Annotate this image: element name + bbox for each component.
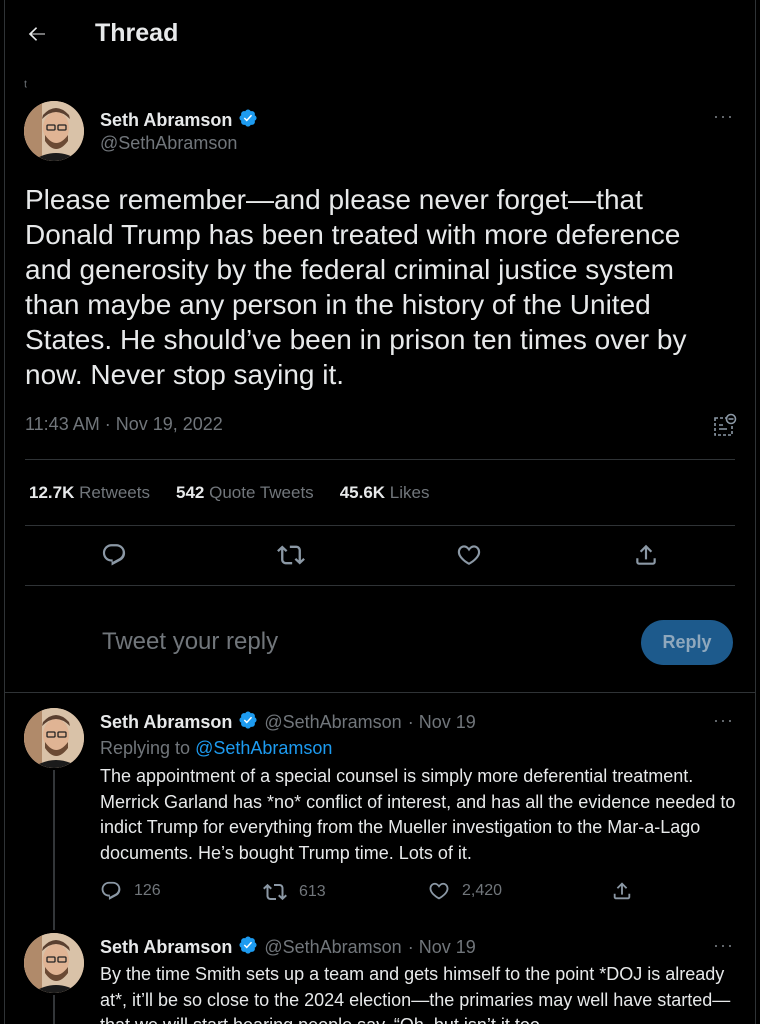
quote-tweets-stat[interactable]: 542 Quote Tweets [176, 483, 314, 503]
analytics-icon[interactable] [712, 413, 738, 439]
replying-to-link[interactable]: @SethAbramson [195, 738, 332, 758]
tweet-stats: 12.7K Retweets 542 Quote Tweets 45.6K Li… [29, 483, 429, 503]
verified-badge-icon [238, 108, 258, 133]
reply-input[interactable]: Tweet your reply [102, 628, 278, 656]
thread-line [53, 770, 55, 930]
like-count: 2,420 [462, 882, 503, 899]
likes-stat[interactable]: 45.6K Likes [340, 483, 430, 503]
reply-button[interactable]: Reply [641, 620, 733, 665]
retweets-stat[interactable]: 12.7K Retweets [29, 483, 150, 503]
author-name[interactable]: Seth Abramson [100, 712, 232, 733]
more-options-icon[interactable]: ··· [713, 935, 734, 956]
divider [25, 459, 735, 460]
tweet-timestamp[interactable]: 11:43 AM · Nov 19, 2022 [25, 414, 223, 435]
author-name[interactable]: Seth Abramson [100, 110, 232, 131]
divider [5, 692, 755, 693]
author-handle[interactable]: @SethAbramson [264, 937, 401, 958]
reply-icon[interactable] [99, 540, 129, 570]
author-handle[interactable]: @SethAbramson [264, 712, 401, 733]
share-icon[interactable] [611, 880, 633, 902]
reply-date[interactable]: · Nov 19 [408, 712, 476, 733]
reply-retweet-action[interactable]: 613 [263, 880, 326, 904]
header: Thread [0, 0, 760, 68]
page-title: Thread [95, 19, 179, 47]
replying-to: Replying to @SethAbramson [100, 738, 333, 758]
retweet-icon[interactable] [276, 540, 306, 570]
more-options-icon[interactable]: ··· [713, 710, 734, 731]
share-icon[interactable] [631, 540, 661, 570]
reply-text: The appointment of a special counsel is … [100, 766, 736, 863]
verified-badge-icon [238, 935, 258, 960]
more-options-icon[interactable]: ··· [713, 106, 734, 127]
verified-badge-icon [238, 710, 258, 735]
avatar[interactable] [24, 708, 84, 768]
author-name[interactable]: Seth Abramson [100, 937, 232, 958]
like-icon[interactable] [454, 540, 484, 570]
author-name-row: Seth Abramson [100, 108, 258, 133]
column-border-right [755, 0, 756, 1024]
back-arrow-icon[interactable] [20, 17, 54, 51]
author-handle[interactable]: @SethAbramson [100, 133, 237, 154]
reply-author-row: Seth Abramson @SethAbramson · Nov 19 [100, 935, 476, 960]
reply-text: By the time Smith sets up a team and get… [100, 964, 731, 1024]
reply-count: 126 [134, 882, 161, 899]
avatar[interactable] [24, 933, 84, 993]
thread-connector-icon: ᵗ [24, 78, 28, 95]
divider [25, 585, 735, 586]
retweet-count: 613 [299, 883, 326, 900]
reply-author-row: Seth Abramson @SethAbramson · Nov 19 [100, 710, 476, 735]
reply-like-action[interactable]: 2,420 [428, 880, 502, 902]
divider [25, 525, 735, 526]
reply-comment-action[interactable]: 126 [100, 880, 161, 902]
reply-date[interactable]: · Nov 19 [408, 937, 476, 958]
thread-line [53, 995, 55, 1024]
tweet-text: Please remember—and please never forget—… [25, 184, 687, 390]
avatar[interactable] [24, 101, 84, 161]
thread-page: Thread ᵗ Seth Abramson @SethAbramson ···… [0, 0, 760, 1024]
column-border-left [4, 0, 5, 1024]
